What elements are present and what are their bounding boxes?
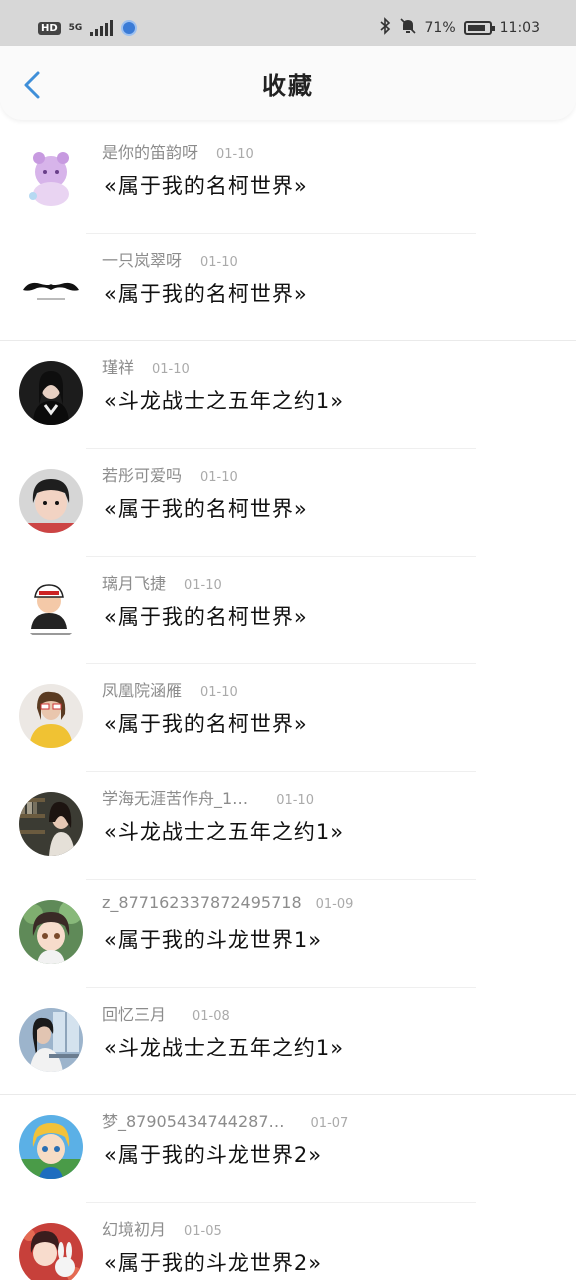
- story-title[interactable]: «属于我的斗龙世界2»: [104, 1139, 322, 1169]
- list-item[interactable]: 一只岚翠呀 01-10 «属于我的名柯世界»: [0, 234, 576, 342]
- username: 璃月飞捷: [102, 573, 167, 593]
- status-bar-right: 71% 11:03: [379, 17, 540, 39]
- anime-bunny-avatar[interactable]: [19, 1222, 83, 1280]
- page-header: 收藏: [0, 46, 576, 120]
- item-meta: 凤凰院涵雁 01-10: [102, 677, 238, 701]
- status-bar-left: HD 5G: [38, 20, 138, 36]
- item-meta: 学海无涯苦作舟_1… 01-10: [102, 785, 314, 809]
- item-date: 01-10: [152, 362, 190, 378]
- clock-time: 11:03: [499, 20, 540, 36]
- list-item[interactable]: 凤凰院涵雁 01-10 «属于我的名柯世界»: [0, 664, 576, 773]
- username: 回忆三月: [102, 1004, 167, 1024]
- item-meta: z_877162337872495718 01-09: [102, 893, 353, 912]
- item-meta: 梦_87905434744287… 01-07: [102, 1108, 348, 1132]
- story-title[interactable]: «属于我的名柯世界»: [104, 170, 308, 200]
- item-date: 01-10: [200, 470, 238, 486]
- child-avatar[interactable]: [19, 469, 83, 534]
- battery-percent: 71%: [424, 20, 456, 36]
- list-item[interactable]: 梦_87905434744287… 01-07 «属于我的斗龙世界2»: [0, 1095, 576, 1203]
- signal-icon: [90, 20, 114, 36]
- story-title[interactable]: «属于我的斗龙世界2»: [104, 1247, 322, 1277]
- item-meta: 璃月飞捷 01-10: [102, 570, 222, 594]
- list-item[interactable]: 回忆三月 01-08 «斗龙战士之五年之约1»: [0, 988, 576, 1096]
- list-item[interactable]: 若彤可爱吗 01-10 «属于我的名柯世界»: [0, 449, 576, 557]
- username: 是你的笛韵呀: [102, 143, 199, 162]
- username: z_877162337872495718: [102, 892, 302, 912]
- story-title[interactable]: «斗龙战士之五年之约1»: [104, 385, 344, 415]
- item-date: 01-10: [184, 577, 222, 593]
- network-type: 5G: [68, 22, 83, 33]
- list-item[interactable]: 瑾祥 01-10 «斗龙战士之五年之约1»: [0, 341, 576, 450]
- item-date: 01-08: [192, 1008, 230, 1024]
- username: 学海无涯苦作舟_1…: [102, 789, 249, 809]
- list-item[interactable]: 学海无涯苦作舟_1… 01-10 «斗龙战士之五年之约1»: [0, 772, 576, 880]
- item-date: 01-10: [276, 793, 314, 809]
- item-meta: 瑾祥 01-10: [102, 354, 190, 378]
- list-item[interactable]: 璃月飞捷 01-10 «属于我的名柯世界»: [0, 557, 576, 665]
- favorites-list: 是你的笛韵呀 01-10 «属于我的名柯世界» 一只岚翠呀 01-10 «属于我…: [0, 126, 576, 1280]
- portrait-avatar[interactable]: [19, 361, 83, 426]
- back-button[interactable]: [20, 70, 44, 100]
- item-date: 01-09: [315, 896, 354, 912]
- item-date: 01-10: [216, 147, 254, 162]
- item-meta: 若彤可爱吗 01-10: [102, 462, 238, 486]
- list-item[interactable]: z_877162337872495718 01-09 «属于我的斗龙世界1»: [0, 880, 576, 988]
- anime-bear-avatar[interactable]: [19, 146, 83, 210]
- window-avatar[interactable]: [19, 1007, 83, 1072]
- username: 若彤可爱吗: [102, 466, 183, 486]
- item-meta: 幻境初月 01-05: [102, 1216, 222, 1240]
- bluetooth-icon: [379, 17, 391, 39]
- item-date: 01-10: [200, 254, 238, 270]
- username: 梦_87905434744287…: [102, 1112, 285, 1132]
- item-meta: 一只岚翠呀 01-10: [102, 247, 238, 271]
- username: 凤凰院涵雁: [102, 681, 183, 701]
- story-title[interactable]: «斗龙战士之五年之约1»: [104, 1032, 344, 1062]
- battery-icon: [463, 21, 495, 35]
- cartoon-avatar[interactable]: [19, 576, 83, 641]
- anime-girl-avatar[interactable]: [19, 899, 83, 964]
- story-title[interactable]: «斗龙战士之五年之约1»: [104, 816, 344, 846]
- mustache-avatar[interactable]: [19, 253, 83, 318]
- sunglasses-avatar[interactable]: [19, 684, 83, 749]
- page-title: 收藏: [262, 71, 314, 100]
- username: 幻境初月: [102, 1219, 167, 1239]
- username: 瑾祥: [102, 358, 135, 378]
- story-title[interactable]: «属于我的名柯世界»: [104, 708, 308, 738]
- story-title[interactable]: «属于我的名柯世界»: [104, 493, 308, 523]
- item-date: 01-07: [310, 1116, 349, 1132]
- story-title[interactable]: «属于我的斗龙世界1»: [104, 924, 322, 954]
- item-date: 01-05: [184, 1223, 222, 1239]
- hd-badge: HD: [38, 21, 61, 35]
- story-title[interactable]: «属于我的名柯世界»: [104, 601, 308, 631]
- bookshelf-avatar[interactable]: [19, 792, 83, 857]
- item-meta: 是你的笛韵呀 01-10: [102, 139, 254, 163]
- item-meta: 回忆三月 01-08: [102, 1001, 230, 1025]
- list-item[interactable]: 是你的笛韵呀 01-10 «属于我的名柯世界»: [0, 126, 576, 234]
- item-date: 01-10: [200, 685, 238, 701]
- anime-boy-avatar[interactable]: [19, 1115, 83, 1180]
- chevron-left-icon: [24, 71, 40, 99]
- username: 一只岚翠呀: [102, 250, 183, 270]
- list-item[interactable]: 幻境初月 01-05 «属于我的斗龙世界2»: [0, 1203, 576, 1280]
- mute-bell-icon: [399, 17, 417, 39]
- browser-icon: [121, 20, 138, 36]
- story-title[interactable]: «属于我的名柯世界»: [104, 278, 308, 308]
